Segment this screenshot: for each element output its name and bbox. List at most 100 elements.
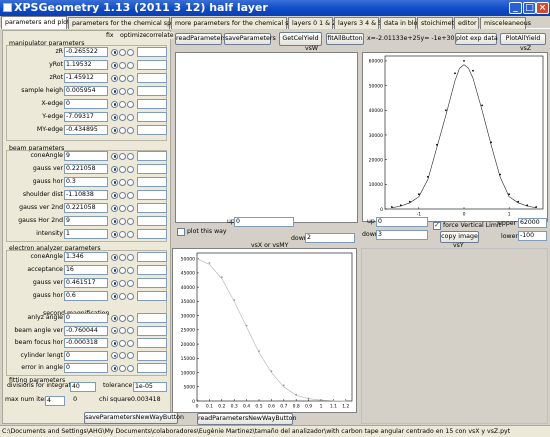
correlate-field[interactable] <box>137 112 167 122</box>
optimize-radio[interactable] <box>119 126 126 134</box>
correlate-field[interactable] <box>137 151 167 161</box>
correlate-radio[interactable] <box>127 87 134 95</box>
optimize-radio[interactable] <box>119 74 126 82</box>
down-field[interactable]: 2 <box>305 233 355 243</box>
correlate-radio[interactable] <box>127 126 134 134</box>
optimize-radio[interactable] <box>119 314 126 322</box>
fix-radio[interactable] <box>111 279 118 287</box>
correlate-field[interactable] <box>137 278 167 288</box>
correlate-field[interactable] <box>137 86 167 96</box>
lower-field[interactable]: -100 <box>518 231 547 241</box>
correlate-field[interactable] <box>137 125 167 135</box>
optimize-radio[interactable] <box>119 279 126 287</box>
param-value-field[interactable]: 0 <box>64 363 108 373</box>
correlate-field[interactable] <box>137 313 167 323</box>
optimize-radio[interactable] <box>119 178 126 186</box>
param-value-field[interactable]: -0.000318 <box>64 338 108 348</box>
correlate-radio[interactable] <box>127 61 134 69</box>
correlate-field[interactable] <box>137 350 167 361</box>
close-button[interactable]: × <box>536 2 549 14</box>
tab-layers-012[interactable]: layers 0 1 & 2 <box>288 17 336 29</box>
param-value-field[interactable]: -7.09317 <box>64 112 108 122</box>
param-value-field[interactable]: -0.760044 <box>64 325 108 336</box>
fix-radio[interactable] <box>111 292 118 300</box>
maximize-button[interactable]: □ <box>523 2 536 14</box>
optimize-radio[interactable] <box>119 253 126 261</box>
minimize-button[interactable]: _ <box>509 2 522 14</box>
fix-radio[interactable] <box>111 178 118 186</box>
fix-radio[interactable] <box>111 253 118 261</box>
fix-radio[interactable] <box>111 74 118 82</box>
param-value-field[interactable]: -0.434895 <box>64 125 108 135</box>
correlate-radio[interactable] <box>127 314 134 322</box>
fix-radio[interactable] <box>111 113 118 121</box>
correlate-radio[interactable] <box>127 113 134 121</box>
optimize-radio[interactable] <box>119 48 126 56</box>
correlate-radio[interactable] <box>127 253 134 261</box>
max-iters-field[interactable]: 4 <box>45 396 65 406</box>
optimize-radio[interactable] <box>119 100 126 108</box>
param-value-field[interactable]: 16 <box>64 265 108 275</box>
fix-radio[interactable] <box>111 165 118 173</box>
correlate-radio[interactable] <box>127 191 134 199</box>
correlate-field[interactable] <box>137 229 167 239</box>
tab-data-in-block[interactable]: data in block <box>380 17 425 29</box>
correlate-radio[interactable] <box>127 217 134 225</box>
tolerance-field[interactable]: 1e-05 <box>133 382 167 392</box>
param-value-field[interactable]: 9 <box>64 151 108 161</box>
fix-radio[interactable] <box>111 152 118 160</box>
save-parameters-button[interactable]: saveParameters <box>224 33 276 45</box>
correlate-radio[interactable] <box>127 352 134 359</box>
fit-all-button[interactable]: fitAllButton <box>326 33 364 45</box>
plot-exp-data-button[interactable]: plot exp data <box>455 33 498 45</box>
param-value-field[interactable]: 9 <box>64 216 108 226</box>
correlate-radio[interactable] <box>127 74 134 82</box>
correlate-radio[interactable] <box>127 364 134 372</box>
optimize-radio[interactable] <box>119 113 126 121</box>
correlate-field[interactable] <box>137 164 167 174</box>
optimize-radio[interactable] <box>119 87 126 95</box>
fix-radio[interactable] <box>111 230 118 238</box>
param-value-field[interactable]: -1.10838 <box>64 190 108 200</box>
divisions-field[interactable]: 40 <box>70 382 96 392</box>
correlate-radio[interactable] <box>127 279 134 287</box>
param-value-field[interactable]: -1.45912 <box>64 73 108 83</box>
fix-radio[interactable] <box>111 204 118 212</box>
correlate-field[interactable] <box>137 216 167 226</box>
fix-radio[interactable] <box>111 191 118 199</box>
fix-radio[interactable] <box>111 352 118 359</box>
fix-radio[interactable] <box>111 61 118 69</box>
optimize-radio[interactable] <box>119 230 126 238</box>
correlate-radio[interactable] <box>127 178 134 186</box>
read-parameters-button[interactable]: readParameters <box>175 33 226 45</box>
correlate-radio[interactable] <box>127 100 134 108</box>
tab-stoichimetry[interactable]: stoichimetry <box>417 17 460 29</box>
optimize-radio[interactable] <box>119 61 126 69</box>
fix-radio[interactable] <box>111 364 118 372</box>
param-value-field[interactable]: 0 <box>64 350 108 361</box>
plot-all-yield-button[interactable]: PlotAllYield <box>500 33 546 45</box>
fix-radio[interactable] <box>111 87 118 95</box>
correlate-field[interactable] <box>137 73 167 83</box>
fix-radio[interactable] <box>111 266 118 274</box>
save-parameters-new-way-button[interactable]: saveParametersNewWayButton <box>84 412 184 424</box>
tab-chemical-species[interactable]: parameters for the chemical species <box>68 17 187 29</box>
correlate-field[interactable] <box>137 47 167 57</box>
tab-more-chemical-species[interactable]: more parameters for the chemical species <box>171 17 309 29</box>
correlate-field[interactable] <box>137 190 167 200</box>
correlate-field[interactable] <box>137 252 167 262</box>
tab-parameters-and-plots[interactable]: parameters and plots <box>1 16 73 29</box>
upper-field[interactable]: 62000 <box>518 218 547 228</box>
correlate-field[interactable] <box>137 177 167 187</box>
correlate-radio[interactable] <box>127 204 134 212</box>
correlate-radio[interactable] <box>127 292 134 300</box>
force-vertical-limit-checkbox[interactable] <box>433 221 441 230</box>
fix-radio[interactable] <box>111 314 118 322</box>
optimize-radio[interactable] <box>119 165 126 173</box>
correlate-field[interactable] <box>137 60 167 70</box>
correlate-radio[interactable] <box>127 48 134 56</box>
param-value-field[interactable]: 1.19532 <box>64 60 108 70</box>
correlate-field[interactable] <box>137 363 167 373</box>
optimize-radio[interactable] <box>119 327 126 334</box>
correlate-field[interactable] <box>137 325 167 336</box>
